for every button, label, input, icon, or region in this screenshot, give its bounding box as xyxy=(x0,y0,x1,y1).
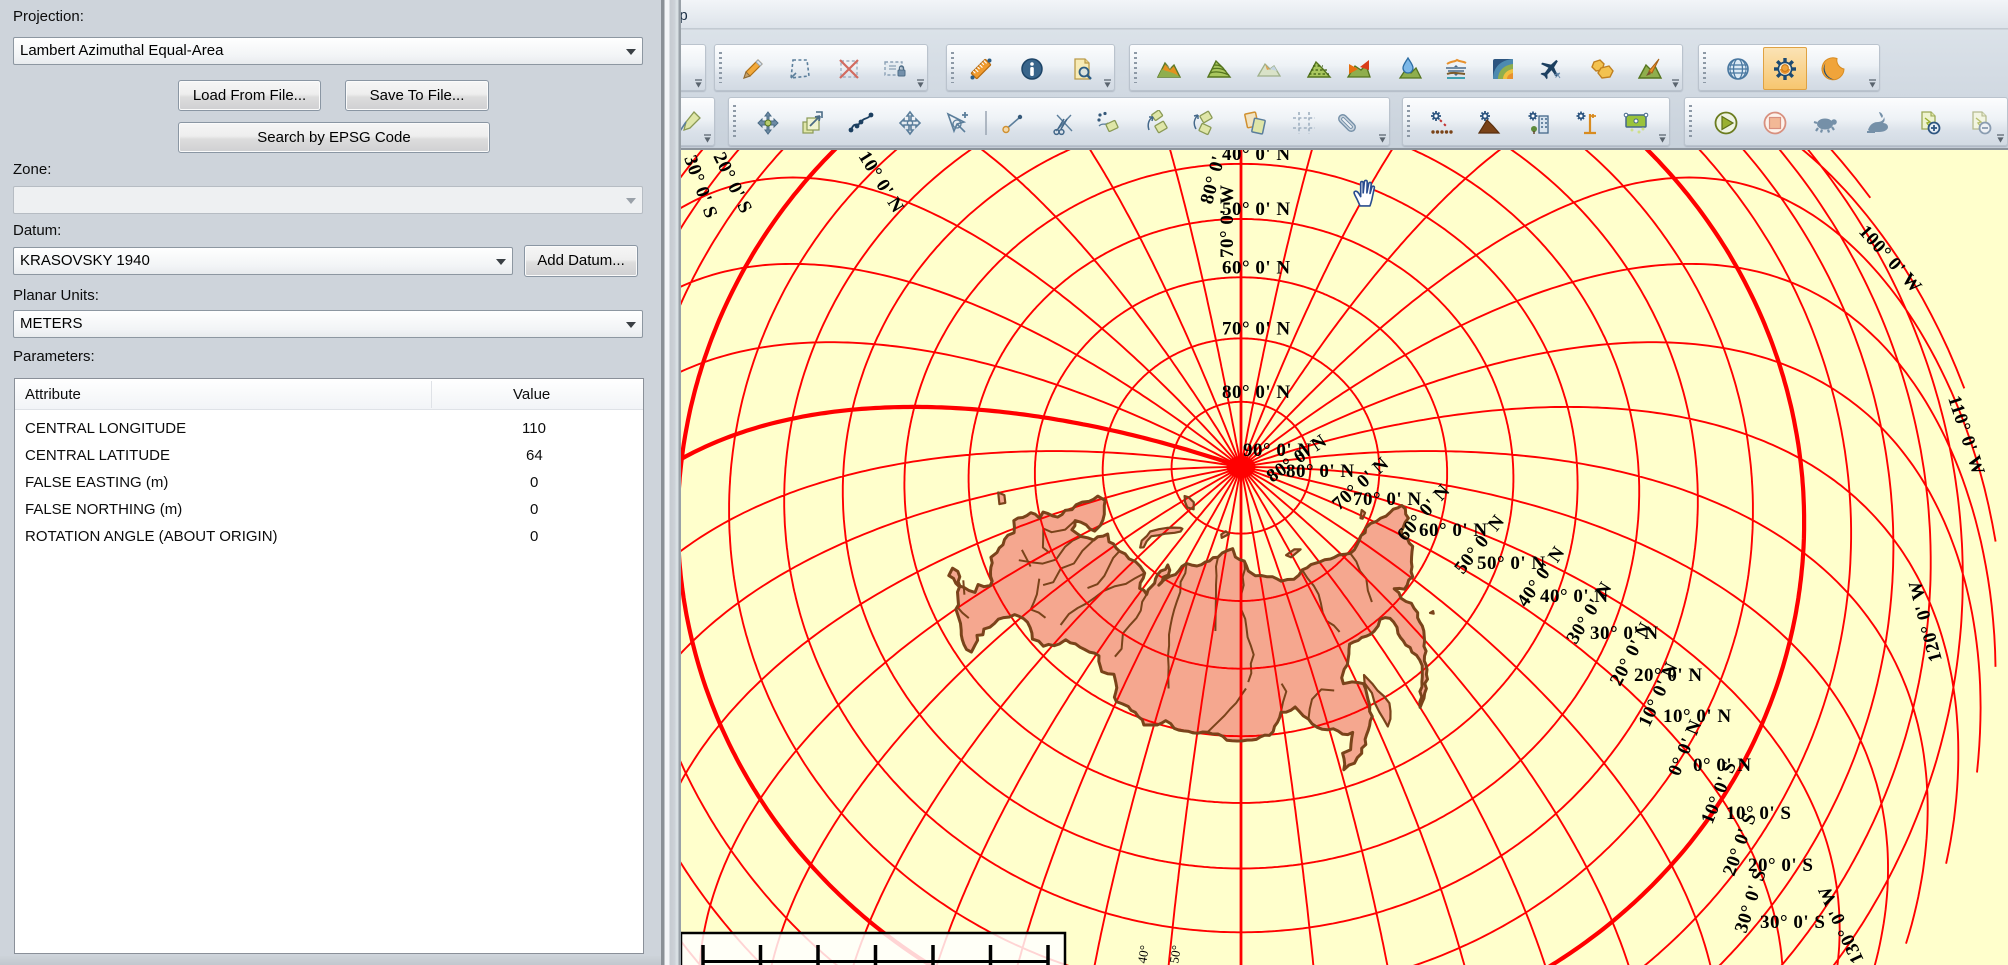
svg-text:70° 0' N: 70° 0' N xyxy=(1222,318,1291,339)
svg-text:80° 0' N: 80° 0' N xyxy=(1222,382,1291,403)
svg-text:30° 0' S: 30° 0' S xyxy=(1760,912,1825,933)
svg-text:50°: 50° xyxy=(1166,944,1184,965)
svg-text:70° 0' W: 70° 0' W xyxy=(1217,184,1238,258)
svg-text:60° 0' N: 60° 0' N xyxy=(1222,257,1291,278)
svg-text:40° 0' N: 40° 0' N xyxy=(1222,150,1291,165)
svg-text:40°: 40° xyxy=(1134,944,1152,965)
